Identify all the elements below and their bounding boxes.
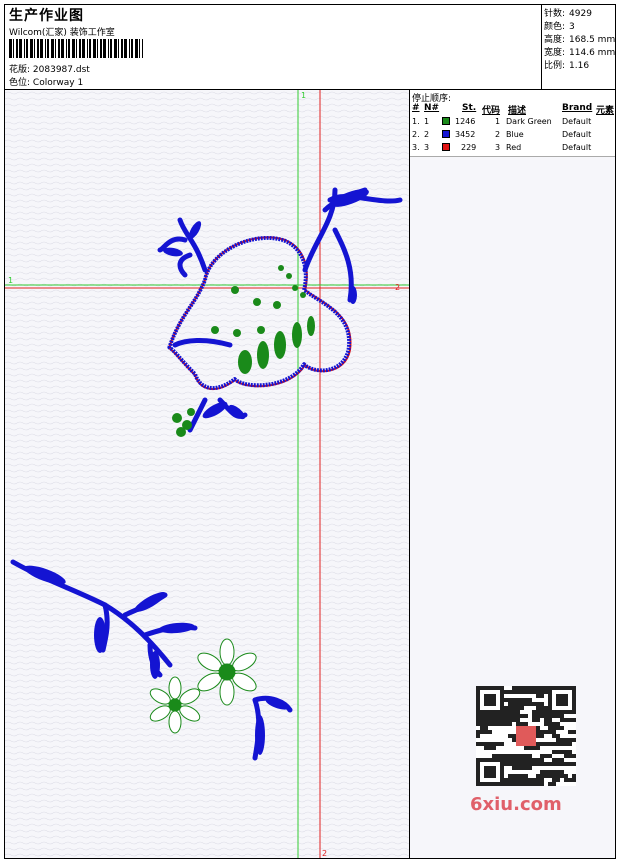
color-swatch-red — [442, 143, 450, 151]
header: 生产作业图 Wilcom(汇家) 装饰工作室 花版: 2083987.dst 色… — [5, 5, 615, 90]
stop-sequence-table: 停止顺序: # N# St. 代码 描述 Brand 元素 1. 1 1246 … — [410, 90, 615, 157]
fabric-texture — [5, 90, 409, 858]
stat-colors: 颜色: 3 — [544, 22, 575, 32]
guide-label-hred: 2 — [395, 283, 400, 292]
watermark-text: 6xiu.com — [470, 794, 562, 815]
stat-scale: 比例: 1.16 — [544, 61, 590, 71]
stat-height: 高度: 168.5 mm — [544, 35, 616, 45]
stat-width: 宽度: 114.6 mm — [544, 48, 616, 58]
design-label: 花版: — [9, 65, 31, 75]
design-file-line: 花版: 2083987.dst — [9, 62, 90, 75]
design-file: 2083987.dst — [32, 65, 90, 75]
qr-code-image — [476, 686, 576, 786]
stat-stitches: 针数: 4929 — [544, 9, 592, 19]
colorway-line: 色位: Colorway 1 — [9, 75, 83, 88]
embroidery-design: 1 1 2 2 — [5, 90, 409, 858]
side-panel: 停止顺序: # N# St. 代码 描述 Brand 元素 1. 1 1246 … — [410, 90, 615, 858]
studio-name: Wilcom(汇家) 装饰工作室 — [9, 28, 115, 38]
guide-label-hgreen: 1 — [8, 276, 13, 285]
design-canvas: 1 1 2 2 — [5, 90, 410, 858]
col-index: # — [412, 103, 420, 113]
col-number: N# — [424, 103, 440, 113]
color-swatch-green — [442, 117, 450, 125]
header-info: 生产作业图 Wilcom(汇家) 装饰工作室 花版: 2083987.dst 色… — [7, 5, 540, 89]
worksheet-frame: 生产作业图 Wilcom(汇家) 装饰工作室 花版: 2083987.dst 色… — [4, 4, 616, 859]
colorway-label: 色位: — [9, 78, 31, 88]
color-swatch-blue — [442, 130, 450, 138]
col-element: 元素 — [596, 106, 615, 116]
col-code: 代码 — [482, 106, 501, 116]
stats-panel: 针数: 4929 颜色: 3 高度: 168.5 mm 宽度: 114.6 mm 比例:… — [541, 5, 616, 89]
guide-label-vred: 2 — [322, 849, 327, 858]
col-description: 描述 — [508, 106, 527, 116]
barcode-image — [9, 39, 143, 58]
page-title: 生产作业图 — [9, 8, 84, 24]
col-stitches: St. — [462, 103, 477, 113]
colorway-value: Colorway 1 — [32, 78, 84, 88]
col-brand: Brand — [562, 103, 593, 113]
guide-label-vgreen: 1 — [301, 91, 306, 100]
